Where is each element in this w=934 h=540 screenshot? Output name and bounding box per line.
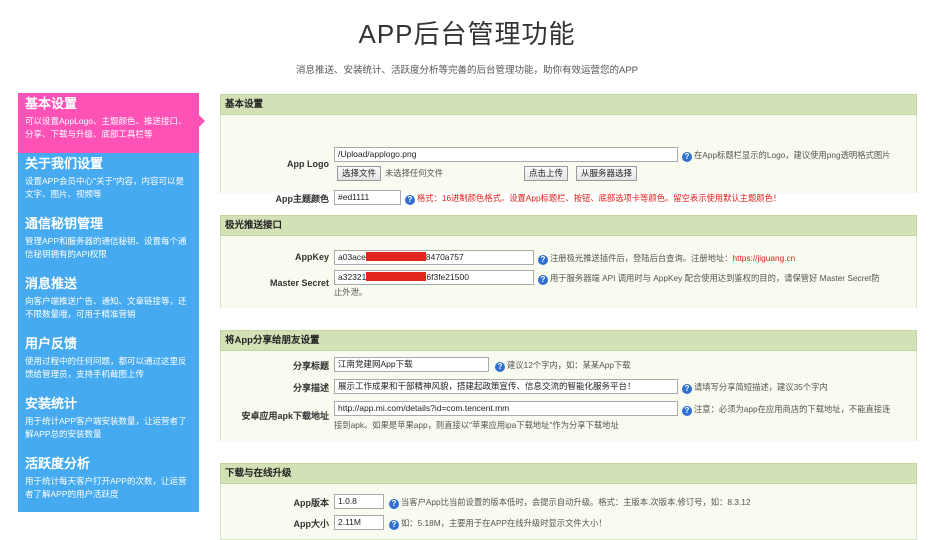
sidebar-item-desc: 用于统计每天客户打开APP的次数，让运营者了解APP的用户活跃度 bbox=[25, 476, 187, 499]
sidebar-item-desc: 用于统计APP客户端安装数量，让运营者了解APP总的安装数量 bbox=[25, 416, 187, 439]
sidebar-item-title: 消息推送 bbox=[25, 277, 78, 292]
secret-suffix: 6f3fe21500 bbox=[426, 272, 469, 282]
sidebar-item-title: 用户反馈 bbox=[25, 337, 78, 352]
secret-hint-cont: 止外泄。 bbox=[334, 287, 368, 297]
sidebar-item-desc: 设置APP会员中心"关于"内容，内容可以是文字、图片、视频等 bbox=[25, 176, 185, 199]
share-desc-input[interactable]: 展示工作成果和干部精神风貌，搭建起政策宣传、信息交流的智能化服务平台！ bbox=[334, 379, 678, 394]
apk-hint: 注意：必须为app在应用商店的下载地址，不能直接连 bbox=[694, 404, 891, 414]
sidebar-item-activity[interactable]: 活跃度分析用于统计每天客户打开APP的次数，让运营者了解APP的用户活跃度 bbox=[18, 453, 199, 513]
section-push: AppKey a03ace 8470a757 ? 注册极光推送插件后，登陆后台查询。… bbox=[220, 236, 917, 308]
app-size-label: App大小 bbox=[293, 519, 330, 529]
no-file-text: 未选择任何文件 bbox=[385, 168, 444, 178]
secret-hint: 用于服务器端 API 调用时与 AppKey 配合使用达到鉴权的目的，请保管好 … bbox=[550, 273, 880, 283]
appkey-label: AppKey bbox=[294, 252, 329, 262]
appkey-hint: 注册极光推送插件后，登陆后台查询。注册地址： bbox=[550, 253, 733, 263]
page-title: APP后台管理功能 bbox=[358, 19, 576, 49]
sidebar-item-desc: 向客户端推送广告、通知、文章链接等，还不限数量哦，可用于精准营销 bbox=[25, 296, 187, 319]
sidebar-item-installs[interactable]: 安装统计用于统计APP客户端安装数量，让运营者了解APP总的安装数量 bbox=[18, 393, 199, 453]
appkey-suffix: 8470a757 bbox=[425, 252, 464, 262]
theme-color-input[interactable]: #ed1111 bbox=[334, 190, 401, 205]
sidebar-item-basic[interactable]: 基本设置可以设置AppLogo、主题颜色、推送接口、分享、下载与升级、底部工具栏… bbox=[18, 93, 205, 153]
appkey-input[interactable]: a03ace 8470a757 bbox=[334, 250, 534, 265]
redaction-mark bbox=[366, 272, 427, 281]
jiguang-link[interactable]: https://jiguang.cn bbox=[733, 253, 796, 263]
sidebar-item-title: 基本设置 bbox=[25, 97, 78, 112]
sidebar: 基本设置可以设置AppLogo、主题颜色、推送接口、分享、下载与升级、底部工具栏… bbox=[18, 93, 205, 513]
app-version-label: App版本 bbox=[293, 498, 330, 508]
section-header-push: 极光推送接口 bbox=[220, 215, 917, 236]
section-header-share: 将App分享给朋友设置 bbox=[220, 330, 917, 351]
share-title-hint: 建议12个字内，如：某某App下载 bbox=[507, 360, 631, 370]
appkey-prefix: a03ace bbox=[338, 252, 366, 262]
section-header-basic: 基本设置 bbox=[220, 94, 917, 115]
app-version-hint: 当客户App比当前设置的版本低时，会提示自动升级。格式：主版本.次版本.修订号，… bbox=[401, 497, 751, 507]
master-secret-label: Master Secret bbox=[269, 278, 329, 288]
help-icon: ? bbox=[389, 499, 399, 509]
help-icon: ? bbox=[389, 520, 399, 530]
apk-url-input[interactable]: http://app.mi.com/details?id=com.tencent… bbox=[334, 401, 678, 416]
help-icon: ? bbox=[495, 362, 505, 372]
sidebar-item-desc: 使用过程中的任何问题，都可以通过这里反馈给管理员，支持手机截图上传 bbox=[25, 356, 187, 379]
app-size-hint: 如：5.18M，主要用于在APP在线升级时显示文件大小！ bbox=[401, 518, 607, 528]
help-icon: ? bbox=[682, 406, 692, 416]
help-icon: ? bbox=[405, 195, 415, 205]
sidebar-item-keys[interactable]: 通信秘钥管理管理APP和服务器的通信秘钥、设置每个通信秘钥拥有的API权限 bbox=[18, 213, 199, 273]
app-version-input[interactable]: 1.0.8 bbox=[334, 494, 384, 509]
sidebar-item-about[interactable]: 关于我们设置设置APP会员中心"关于"内容，内容可以是文字、图片、视频等 bbox=[18, 153, 199, 213]
sidebar-item-title: 活跃度分析 bbox=[25, 457, 91, 472]
share-title-label: 分享标题 bbox=[292, 361, 329, 371]
sidebar-item-title: 安装统计 bbox=[25, 397, 78, 412]
share-desc-label: 分享描述 bbox=[292, 383, 329, 393]
upload-button[interactable]: 点击上传 bbox=[524, 166, 569, 181]
logo-path-input[interactable]: /Upload/applogo.png bbox=[334, 147, 678, 162]
help-icon: ? bbox=[682, 384, 692, 394]
share-desc-hint: 请填写分享简短描述，建议35个字内 bbox=[694, 382, 828, 392]
settings-panel: 基本设置 App Logo /Upload/applogo.png 选择文件 未… bbox=[220, 94, 917, 540]
section-header-upgrade: 下载与在线升级 bbox=[220, 463, 917, 484]
master-secret-input[interactable]: a32321 6f3fe21500 bbox=[334, 270, 534, 285]
sidebar-item-push[interactable]: 消息推送向客户端推送广告、通知、文章链接等，还不限数量哦，可用于精准营销 bbox=[18, 273, 199, 333]
help-icon: ? bbox=[682, 152, 692, 162]
sidebar-item-title: 关于我们设置 bbox=[25, 157, 104, 172]
choose-file-button[interactable]: 选择文件 bbox=[337, 166, 382, 181]
sidebar-item-feedback[interactable]: 用户反馈使用过程中的任何问题，都可以通过这里反馈给管理员，支持手机截图上传 bbox=[18, 333, 199, 393]
page-subtitle: 消息推送、安装统计、活跃度分析等完善的后台管理功能，助你有效运营您的APP bbox=[295, 65, 638, 76]
section-upgrade: App版本 1.0.8 ? 当客户App比当前设置的版本低时，会提示自动升级。格式… bbox=[220, 484, 917, 540]
section-share: 分享标题 江南党建网App下载 ? 建议12个字内，如：某某App下载 分享描述 … bbox=[220, 351, 917, 441]
logo-hint: 在App标题栏显示的Logo，建议使用png透明格式图片 bbox=[694, 150, 891, 160]
secret-prefix: a32321 bbox=[338, 272, 367, 282]
sidebar-item-desc: 可以设置AppLogo、主题颜色、推送接口、分享、下载与升级、底部工具栏等 bbox=[25, 116, 187, 139]
help-icon: ? bbox=[538, 255, 548, 265]
theme-color-hint: 格式：16进制颜色格式。设置App标题栏、按钮、底部选项卡等颜色。留空表示使用默… bbox=[417, 193, 782, 203]
logo-label: App Logo bbox=[287, 159, 329, 169]
sidebar-item-desc: 管理APP和服务器的通信秘钥、设置每个通信秘钥拥有的API权限 bbox=[25, 236, 187, 259]
help-icon: ? bbox=[538, 275, 548, 285]
apk-url-label: 安卓应用apk下载地址 bbox=[241, 411, 329, 421]
section-basic: App Logo /Upload/applogo.png 选择文件 未选择任何文… bbox=[220, 115, 917, 205]
redaction-mark bbox=[365, 252, 426, 261]
from-server-button[interactable]: 从服务器选择 bbox=[576, 166, 638, 181]
share-title-input[interactable]: 江南党建网App下载 bbox=[334, 357, 489, 372]
sidebar-item-title: 通信秘钥管理 bbox=[25, 217, 104, 232]
theme-color-label: App主题颜色 bbox=[275, 194, 330, 204]
apk-hint-cont: 接到apk。如果是苹果app，则直接以"苹果应用ipa下载地址"作为分享下载地址 bbox=[334, 420, 619, 430]
